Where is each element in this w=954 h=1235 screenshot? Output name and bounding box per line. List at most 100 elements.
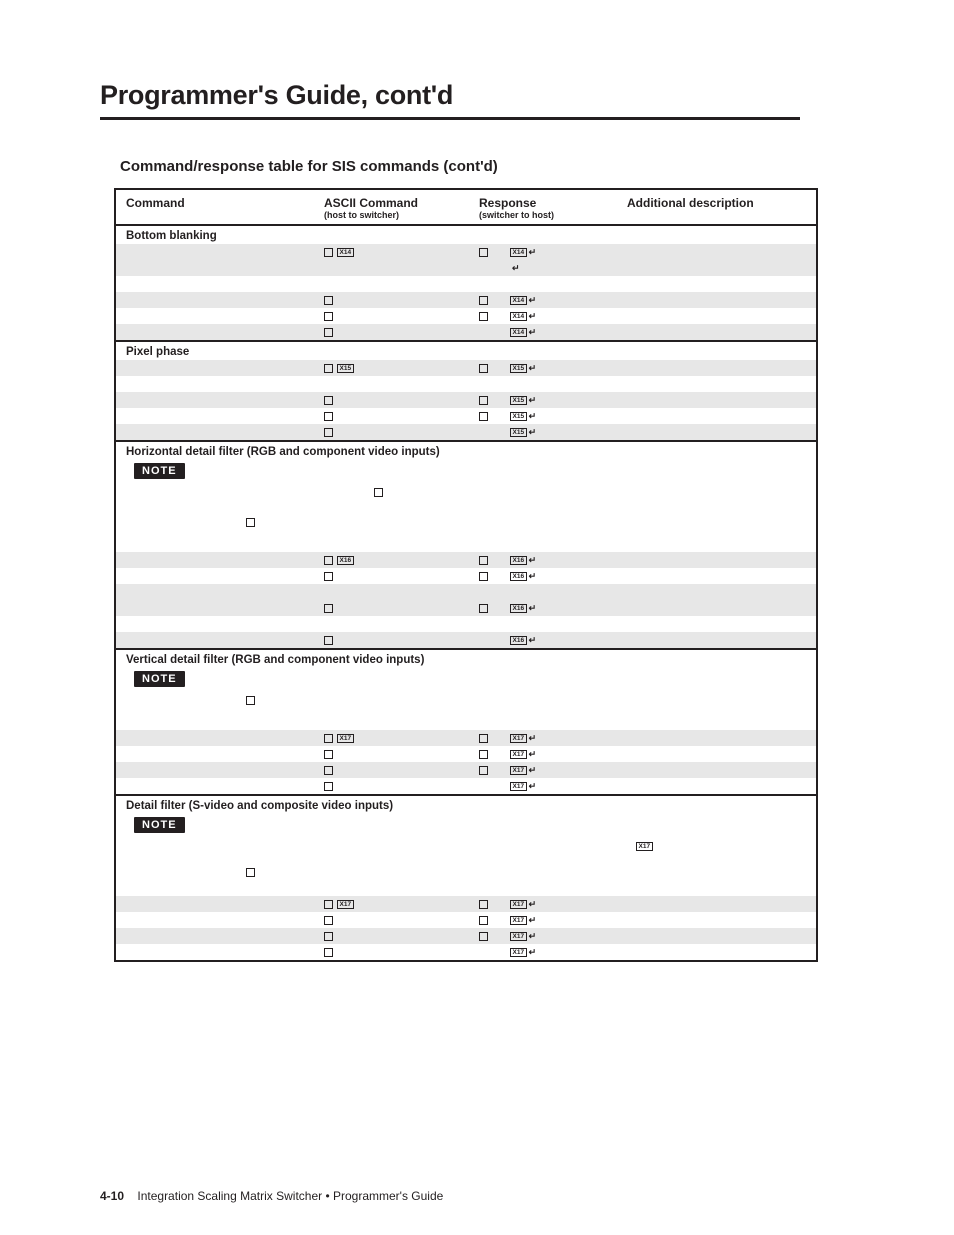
box-icon — [479, 932, 488, 941]
table-row: X14 — [116, 292, 816, 308]
var-box: X14 — [510, 328, 527, 337]
return-icon — [529, 411, 537, 422]
page-number: 4-10 — [100, 1189, 124, 1203]
box-icon — [324, 750, 333, 759]
var-box: X16 — [510, 572, 527, 581]
return-icon — [529, 931, 537, 942]
return-icon — [529, 733, 537, 744]
return-icon — [529, 247, 537, 258]
var-box: X14 — [510, 248, 527, 257]
table-row: X16 — [116, 632, 816, 648]
table-row: X17 — [116, 928, 816, 944]
var-box: X17 — [510, 900, 527, 909]
return-icon — [529, 295, 537, 306]
return-icon — [529, 427, 537, 438]
th-response-sub: (switcher to host) — [479, 210, 627, 220]
box-icon — [479, 312, 488, 321]
section-title: Horizontal detail filter (RGB and compon… — [116, 442, 816, 460]
th-ascii: ASCII Command — [324, 196, 479, 210]
table-row: X17 — [116, 762, 816, 778]
var-box: X15 — [510, 364, 527, 373]
var-box: X17 — [337, 734, 354, 743]
return-icon — [529, 327, 537, 338]
box-icon — [479, 396, 488, 405]
box-icon — [374, 488, 383, 497]
box-icon — [479, 604, 488, 613]
var-box: X17 — [510, 750, 527, 759]
var-box: X16 — [510, 556, 527, 565]
return-icon — [529, 603, 537, 614]
var-box: X14 — [510, 296, 527, 305]
return-icon — [529, 571, 537, 582]
var-box: X14 — [510, 312, 527, 321]
box-icon — [324, 328, 333, 337]
return-icon — [529, 765, 537, 776]
return-icon — [529, 311, 537, 322]
table-row: X17 X17 — [116, 896, 816, 912]
box-icon — [324, 412, 333, 421]
section-heading: Command/response table for SIS commands … — [120, 158, 498, 175]
return-icon — [529, 363, 537, 374]
table-row: X17 — [116, 746, 816, 762]
box-icon — [324, 766, 333, 775]
return-icon — [529, 555, 537, 566]
table-row: X15X15 — [116, 360, 816, 376]
box-icon — [324, 900, 333, 909]
th-ascii-sub: (host to switcher) — [324, 210, 479, 220]
var-box: X15 — [510, 428, 527, 437]
section-title: Bottom blanking — [116, 226, 816, 244]
var-box: X17 — [636, 842, 653, 851]
box-icon — [479, 766, 488, 775]
footer-text: Integration Scaling Matrix Switcher • Pr… — [137, 1189, 443, 1203]
var-box: X17 — [510, 782, 527, 791]
box-icon — [324, 248, 333, 257]
var-box: X17 — [510, 932, 527, 941]
table-row: X15 — [116, 408, 816, 424]
box-icon — [324, 916, 333, 925]
th-command: Command — [126, 196, 185, 210]
return-icon — [529, 781, 537, 792]
command-table: Command ASCII Command (host to switcher)… — [114, 188, 818, 962]
box-icon — [246, 696, 255, 705]
section-title: Detail filter (S-video and composite vid… — [116, 796, 816, 814]
box-icon — [479, 750, 488, 759]
box-icon — [479, 364, 488, 373]
box-icon — [324, 782, 333, 791]
note-badge: NOTE — [134, 817, 185, 833]
table-row: X14 — [116, 324, 816, 340]
return-icon — [512, 263, 520, 274]
box-icon — [324, 572, 333, 581]
table-row: X16 — [116, 600, 816, 616]
return-icon — [529, 395, 537, 406]
box-icon — [324, 396, 333, 405]
box-icon — [324, 312, 333, 321]
var-box: X15 — [510, 412, 527, 421]
var-box: X16 — [510, 604, 527, 613]
note-badge: NOTE — [134, 463, 185, 479]
var-box: X17 — [510, 948, 527, 957]
var-box: X16 — [510, 636, 527, 645]
var-box: X14 — [337, 248, 354, 257]
box-icon — [479, 248, 488, 257]
return-icon — [529, 947, 537, 958]
table-row: X17 — [116, 944, 816, 960]
box-icon — [479, 900, 488, 909]
table-row: X17 — [116, 912, 816, 928]
return-icon — [529, 635, 537, 646]
var-box: X17 — [337, 900, 354, 909]
box-icon — [324, 948, 333, 957]
page-footer: 4-10 Integration Scaling Matrix Switcher… — [100, 1189, 443, 1203]
table-row — [116, 260, 816, 276]
page-title: Programmer's Guide, cont'd — [100, 80, 800, 120]
box-icon — [246, 518, 255, 527]
table-row: X17 — [116, 778, 816, 794]
box-icon — [479, 572, 488, 581]
table-row — [116, 276, 816, 292]
box-icon — [324, 364, 333, 373]
section-title: Pixel phase — [116, 342, 816, 360]
var-box: X17 — [510, 766, 527, 775]
var-box: X17 — [510, 916, 527, 925]
th-additional: Additional description — [627, 196, 754, 210]
box-icon — [479, 916, 488, 925]
table-row: X17X17 — [116, 730, 816, 746]
